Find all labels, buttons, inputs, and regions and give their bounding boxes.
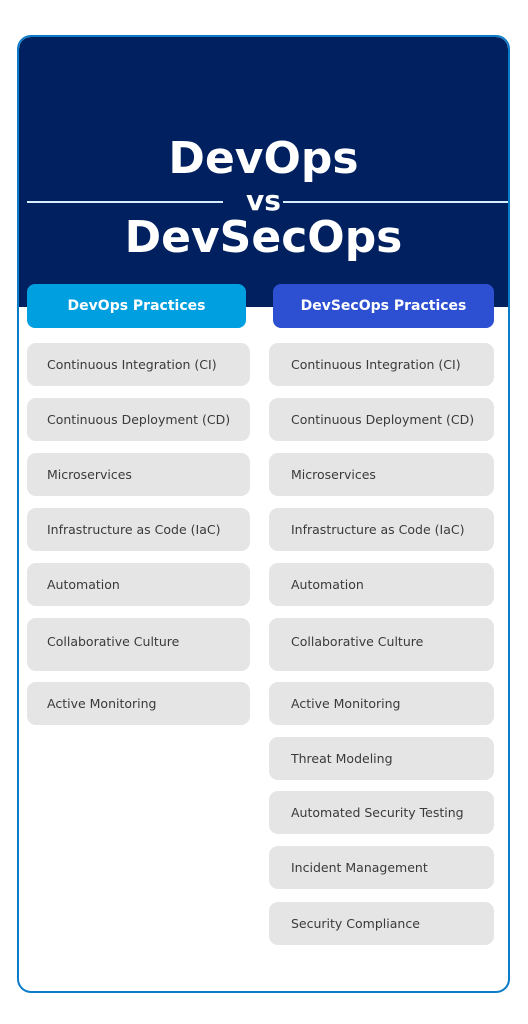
devops-item: Microservices <box>27 453 250 496</box>
devsecops-item: Security Compliance <box>269 902 494 945</box>
title-devsecops: DevSecOps <box>124 212 403 263</box>
devsecops-item: Microservices <box>269 453 494 496</box>
devsecops-item: Automation <box>269 563 494 606</box>
devsecops-item: Collaborative Culture <box>269 618 494 671</box>
devops-practices-heading: DevOps Practices <box>27 284 246 328</box>
header-banner: DevOps vs DevSecOps <box>19 37 508 307</box>
devops-item: Infrastructure as Code (IaC) <box>27 508 250 551</box>
devsecops-item: Continuous Deployment (CD) <box>269 398 494 441</box>
devops-item: Active Monitoring <box>27 682 250 725</box>
devsecops-practices-heading: DevSecOps Practices <box>273 284 494 328</box>
devops-item: Automation <box>27 563 250 606</box>
divider-right <box>283 201 508 203</box>
devsecops-item: Incident Management <box>269 846 494 889</box>
devsecops-item: Infrastructure as Code (IaC) <box>269 508 494 551</box>
devsecops-item: Continuous Integration (CI) <box>269 343 494 386</box>
devops-item: Continuous Deployment (CD) <box>27 398 250 441</box>
devsecops-item: Active Monitoring <box>269 682 494 725</box>
devops-item: Continuous Integration (CI) <box>27 343 250 386</box>
devsecops-item: Threat Modeling <box>269 737 494 780</box>
devsecops-item: Automated Security Testing <box>269 791 494 834</box>
devops-item: Collaborative Culture <box>27 618 250 671</box>
comparison-card: DevOps vs DevSecOps DevOps Practices Dev… <box>17 35 510 993</box>
title-devops: DevOps <box>168 133 359 184</box>
